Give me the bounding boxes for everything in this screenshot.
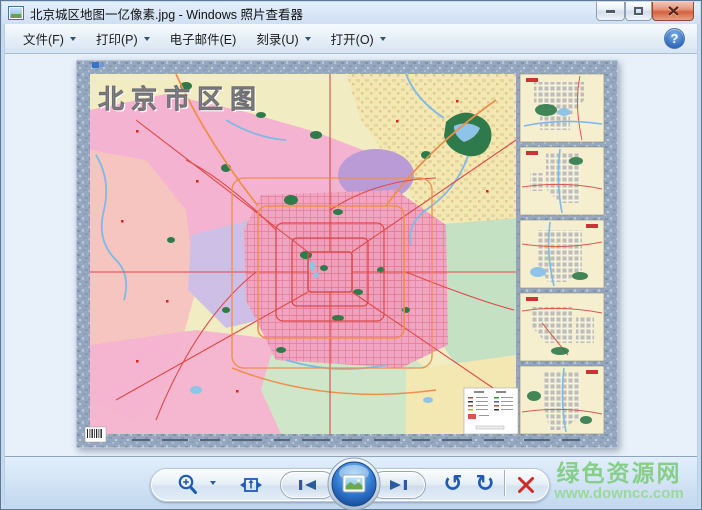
chevron-down-icon	[70, 37, 76, 41]
window-title: 北京城区地图一亿像素.jpg - Windows 照片查看器	[30, 4, 303, 23]
rotate-ccw-icon: ↺	[443, 473, 462, 496]
legend-box	[464, 388, 518, 434]
actual-size-button[interactable]	[239, 473, 263, 497]
maximize-button[interactable]	[625, 2, 652, 21]
photo-viewer-icon	[8, 6, 24, 20]
chevron-down-icon	[144, 37, 150, 41]
menubar: 文件(F) 打印(P) 电子邮件(E) 刻录(U) 打开(O) ?	[5, 24, 697, 54]
previous-icon	[297, 478, 319, 492]
window-controls	[596, 2, 694, 21]
bottom-toolbar-area: ↺ ↻ 绿色资源网 www.downcc.com	[5, 456, 697, 508]
menu-item-print[interactable]: 打印(P)	[86, 25, 160, 52]
maximize-icon	[634, 7, 643, 15]
beijing-map-image: 北京市区图 北京市区图	[76, 60, 618, 448]
watermark: 绿色资源网 www.downcc.com	[543, 461, 695, 502]
menu-item-email[interactable]: 电子邮件(E)	[160, 25, 247, 52]
slideshow-button[interactable]	[327, 457, 381, 510]
inset-maps	[520, 74, 604, 434]
help-icon: ?	[671, 31, 679, 46]
close-button[interactable]	[652, 2, 694, 21]
slideshow-icon	[327, 457, 381, 510]
map-title: 北京市区图 北京市区图	[98, 84, 265, 116]
next-icon	[387, 478, 409, 492]
zoom-button[interactable]	[175, 472, 201, 498]
map-artwork: 北京市区图 北京市区图	[76, 60, 618, 448]
actual-size-icon	[240, 474, 262, 496]
zoom-dropdown-arrow[interactable]	[204, 481, 216, 485]
chevron-down-icon	[210, 481, 216, 485]
delete-x-icon	[516, 475, 536, 495]
minimize-button[interactable]	[596, 2, 625, 21]
magnifier-plus-icon	[176, 473, 200, 497]
image-canvas: 北京市区图 北京市区图	[5, 54, 697, 456]
menu-label: 电子邮件(E)	[170, 29, 237, 48]
watermark-site-name: 绿色资源网	[543, 461, 695, 486]
chevron-down-icon	[305, 37, 311, 41]
menu-label: 打印(P)	[96, 29, 138, 48]
help-button[interactable]: ?	[664, 28, 685, 49]
menu-item-open[interactable]: 打开(O)	[321, 25, 396, 52]
rotate-ccw-button[interactable]: ↺	[439, 470, 467, 498]
menu-item-file[interactable]: 文件(F)	[13, 25, 86, 52]
menu-label: 文件(F)	[23, 29, 64, 48]
watermark-url: www.downcc.com	[543, 486, 695, 502]
menu-item-burn[interactable]: 刻录(U)	[246, 25, 320, 52]
map-title-text: 北京市区图	[98, 84, 263, 114]
rotate-cw-button[interactable]: ↻	[471, 470, 499, 498]
menu-label: 打开(O)	[331, 29, 374, 48]
photo-viewer-window: 北京城区地图一亿像素.jpg - Windows 照片查看器 文件(F) 打印(…	[0, 0, 702, 510]
toolbar-divider	[504, 470, 505, 496]
chevron-down-icon	[380, 37, 386, 41]
close-icon	[667, 6, 680, 17]
menu-label: 刻录(U)	[256, 29, 298, 48]
barcode-box	[85, 427, 106, 442]
rotate-cw-icon: ↻	[475, 473, 494, 496]
delete-button[interactable]	[513, 472, 539, 498]
titlebar: 北京城区地图一亿像素.jpg - Windows 照片查看器	[2, 2, 700, 24]
minimize-icon	[606, 10, 615, 13]
